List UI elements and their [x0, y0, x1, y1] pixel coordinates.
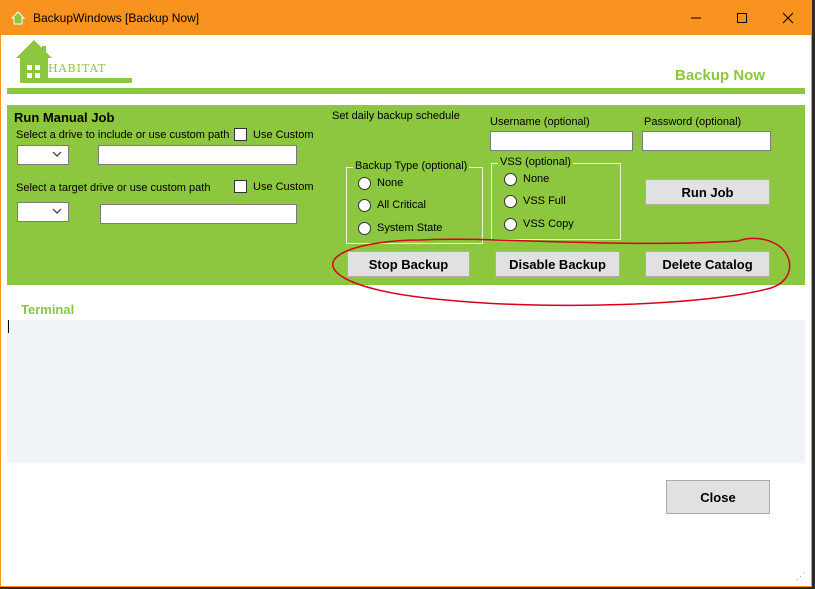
backup-type-none-radio[interactable]	[358, 177, 371, 190]
header-separator	[7, 88, 805, 94]
chevron-down-icon	[52, 208, 62, 214]
vss-group: VSS (optional) None VSS Full VSS Copy	[491, 156, 621, 240]
close-window-button[interactable]	[765, 1, 811, 35]
minimize-button[interactable]	[673, 1, 719, 35]
backup-type-system-state-label: System State	[377, 222, 443, 234]
manual-job-heading: Run Manual Job	[14, 110, 115, 125]
terminal-title: Terminal	[21, 302, 75, 317]
target-path-input[interactable]	[100, 204, 297, 224]
backup-type-title: Backup Type (optional)	[353, 160, 470, 172]
source-drive-select[interactable]	[17, 145, 69, 165]
run-job-button[interactable]: Run Job	[645, 179, 770, 205]
vss-title: VSS (optional)	[498, 156, 573, 168]
close-icon	[782, 12, 794, 24]
username-label: Username (optional)	[490, 116, 590, 128]
backup-type-system-state-radio[interactable]	[358, 222, 371, 235]
disable-backup-button[interactable]: Disable Backup	[495, 251, 620, 277]
delete-catalog-button[interactable]: Delete Catalog	[645, 251, 770, 277]
vss-full-radio[interactable]	[504, 195, 517, 208]
backup-type-none-label: None	[377, 177, 404, 189]
title-bar[interactable]: BackupWindows [Backup Now]	[1, 1, 811, 35]
minimize-icon	[691, 17, 701, 19]
home-icon	[11, 11, 25, 25]
password-input[interactable]	[642, 131, 771, 151]
target-use-custom-checkbox[interactable]	[234, 180, 247, 193]
resize-grip-icon[interactable]: ⋰	[796, 571, 805, 582]
manual-job-panel: Run Manual Job Select a drive to include…	[7, 105, 805, 285]
backup-window: BackupWindows [Backup Now] HABITAT Backu…	[0, 0, 812, 587]
terminal-output[interactable]	[7, 320, 805, 463]
vss-copy-label: VSS Copy	[523, 218, 574, 230]
source-path-input[interactable]	[98, 145, 297, 165]
close-button[interactable]: Close	[666, 480, 770, 514]
target-drive-label: Select a target drive or use custom path	[16, 182, 211, 194]
stop-backup-button[interactable]: Stop Backup	[347, 251, 470, 277]
backup-type-all-critical-label: All Critical	[377, 199, 426, 211]
vss-full-label: VSS Full	[523, 195, 566, 207]
schedule-label: Set daily backup schedule	[332, 110, 460, 122]
username-input[interactable]	[490, 131, 633, 151]
vss-copy-radio[interactable]	[504, 218, 517, 231]
vss-none-label: None	[523, 173, 550, 185]
backup-type-all-critical-radio[interactable]	[358, 199, 371, 212]
text-caret	[8, 320, 9, 333]
chevron-down-icon	[52, 151, 62, 157]
target-use-custom-label: Use Custom	[253, 181, 314, 193]
vss-none-radio[interactable]	[504, 173, 517, 186]
source-use-custom-checkbox[interactable]	[234, 128, 247, 141]
maximize-button[interactable]	[719, 1, 765, 35]
logo-underline	[47, 78, 132, 83]
window-title: BackupWindows [Backup Now]	[33, 11, 200, 25]
logo-text: HABITAT	[48, 62, 107, 75]
source-use-custom-label: Use Custom	[253, 129, 314, 141]
maximize-icon	[737, 13, 747, 23]
password-label: Password (optional)	[644, 116, 742, 128]
backup-type-group: Backup Type (optional) None All Critical…	[346, 160, 483, 244]
target-drive-select[interactable]	[17, 202, 69, 222]
page-title: Backup Now	[674, 67, 765, 84]
source-drive-label: Select a drive to include or use custom …	[16, 129, 230, 141]
